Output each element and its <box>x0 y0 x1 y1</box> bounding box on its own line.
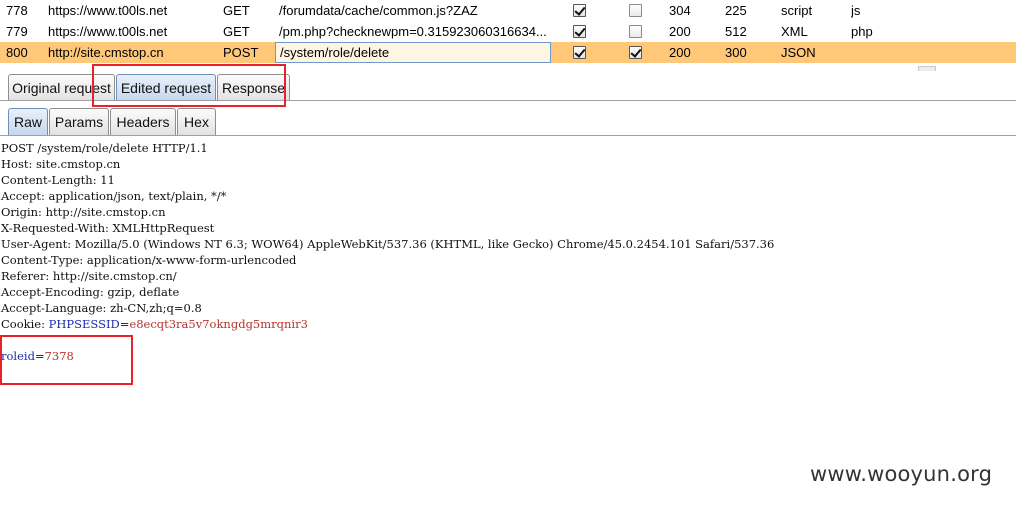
response-checkbox[interactable] <box>629 4 642 17</box>
row-host: http://site.cmstop.cn <box>48 45 164 60</box>
header-content-length: Content-Length: 11 <box>1 173 115 187</box>
header-referer: Referer: http://site.cmstop.cn/ <box>1 269 177 283</box>
row-host: https://www.t00ls.net <box>48 24 168 39</box>
row-status: 304 <box>669 3 691 18</box>
edited-checkbox[interactable] <box>573 25 586 38</box>
header-content-type: Content-Type: application/x-www-form-url… <box>1 253 297 267</box>
request-line: POST /system/role/delete HTTP/1.1 <box>1 141 208 155</box>
row-extension: js <box>851 3 861 18</box>
raw-request-editor[interactable]: POST /system/role/delete HTTP/1.1 Host: … <box>1 140 1013 400</box>
row-status: 200 <box>669 24 691 39</box>
row-length: 300 <box>725 45 747 60</box>
row-extension: php <box>851 24 873 39</box>
header-x-requested-with: X-Requested-With: XMLHttpRequest <box>1 221 215 235</box>
view-tab-bar: Raw Params Headers Hex <box>0 107 1016 135</box>
response-checkbox[interactable] <box>629 46 642 59</box>
header-accept-encoding: Accept-Encoding: gzip, deflate <box>1 285 180 299</box>
tab-divider <box>0 135 1016 136</box>
row-mime: JSON <box>781 45 816 60</box>
row-url: /pm.php?checknewpm=0.315923060316634... <box>279 24 547 39</box>
row-method: GET <box>223 3 250 18</box>
cookie-label: Cookie: <box>1 317 49 331</box>
row-length: 225 <box>725 3 747 18</box>
row-mime: XML <box>781 24 808 39</box>
splitter-handle[interactable] <box>918 66 936 71</box>
row-number: 800 <box>6 45 28 60</box>
table-row[interactable]: 779 https://www.t00ls.net GET /pm.php?ch… <box>0 21 1016 42</box>
row-method: GET <box>223 24 250 39</box>
table-row[interactable]: 778 https://www.t00ls.net GET /forumdata… <box>0 0 1016 21</box>
row-url-cell-focused[interactable]: /system/role/delete <box>275 42 551 63</box>
annotation-box-tabs <box>92 64 286 107</box>
row-number: 778 <box>6 3 28 18</box>
header-cookie: Cookie: PHPSESSID=e8ecqt3ra5v7okngdg5mrq… <box>1 316 1013 332</box>
row-mime: script <box>781 3 813 18</box>
request-body: roleid=7378 <box>1 348 1013 364</box>
edited-checkbox[interactable] <box>573 46 586 59</box>
tab-headers[interactable]: Headers <box>110 108 176 135</box>
cookie-equals: = <box>119 317 130 331</box>
header-host: Host: site.cmstop.cn <box>1 157 121 171</box>
row-url: /forumdata/cache/common.js?ZAZ <box>279 3 478 18</box>
row-number: 779 <box>6 24 28 39</box>
table-row-selected[interactable]: 800 http://site.cmstop.cn POST /system/r… <box>0 42 1016 63</box>
tab-hex[interactable]: Hex <box>177 108 216 135</box>
annotation-box-body <box>0 335 133 385</box>
tab-raw[interactable]: Raw <box>8 108 48 135</box>
row-host: https://www.t00ls.net <box>48 3 168 18</box>
history-table: 778 https://www.t00ls.net GET /forumdata… <box>0 0 1016 64</box>
row-method: POST <box>223 45 259 60</box>
edited-checkbox[interactable] <box>573 4 586 17</box>
tab-params[interactable]: Params <box>49 108 109 135</box>
row-extension <box>851 42 901 63</box>
cookie-key: PHPSESSID <box>48 317 120 331</box>
header-origin: Origin: http://site.cmstop.cn <box>1 205 166 219</box>
row-status: 200 <box>669 45 691 60</box>
watermark: www.wooyun.org <box>810 462 993 486</box>
header-user-agent: User-Agent: Mozilla/5.0 (Windows NT 6.3;… <box>1 237 775 251</box>
cookie-value: e8ecqt3ra5v7okngdg5mrqnir3 <box>129 317 308 331</box>
header-accept: Accept: application/json, text/plain, */… <box>1 189 227 203</box>
response-checkbox[interactable] <box>629 25 642 38</box>
header-accept-language: Accept-Language: zh-CN,zh;q=0.8 <box>1 301 202 315</box>
row-length: 512 <box>725 24 747 39</box>
